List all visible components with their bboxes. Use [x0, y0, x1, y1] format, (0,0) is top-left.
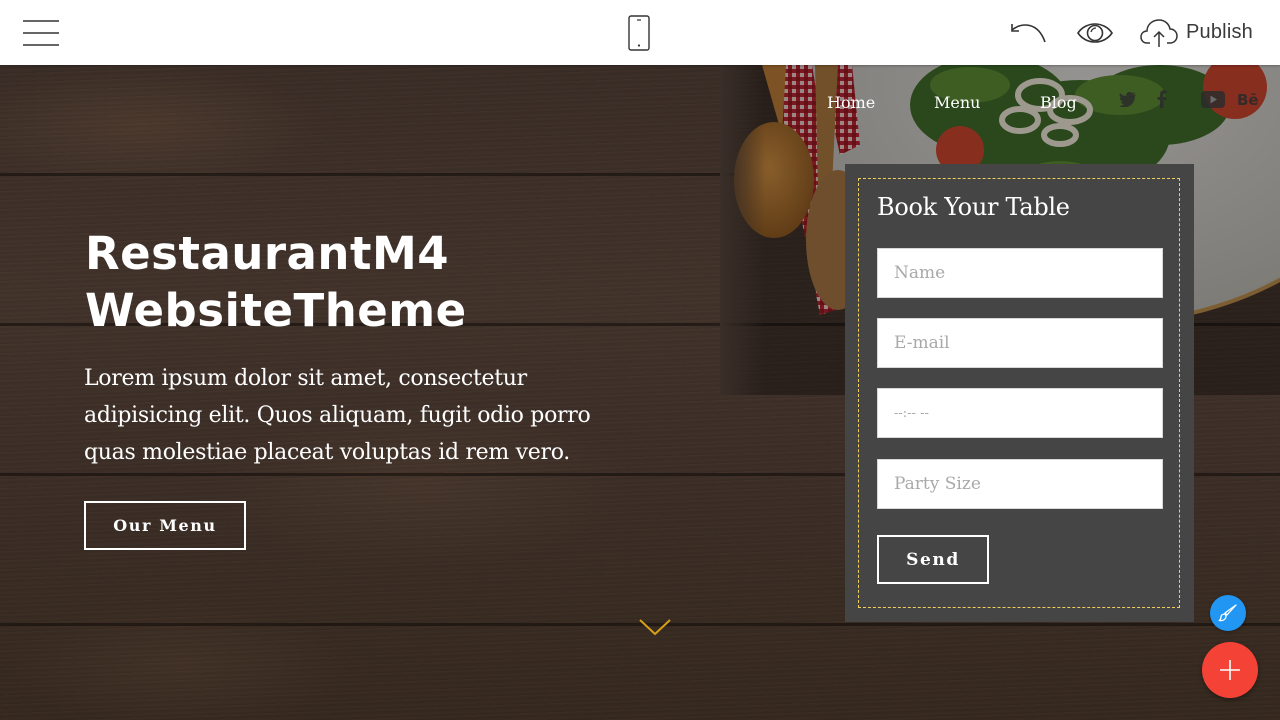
nav-link-home[interactable]: Home [827, 93, 875, 112]
svg-text:Bē: Bē [1237, 91, 1259, 107]
mobile-phone-icon [628, 14, 650, 51]
party-size-field[interactable] [877, 459, 1163, 509]
mobile-view-button[interactable] [620, 0, 658, 65]
editor-toolbar: Publish [0, 0, 1280, 65]
preview-button[interactable] [1073, 0, 1117, 65]
menu-button[interactable] [22, 0, 60, 65]
hero-title: RestaurantM4 WebsiteTheme [85, 225, 645, 339]
booking-form: Book Your Table Send [845, 164, 1194, 622]
edit-style-button[interactable] [1210, 595, 1246, 631]
add-block-button[interactable] [1202, 642, 1258, 698]
undo-icon [1011, 23, 1046, 42]
name-field[interactable] [877, 248, 1163, 298]
hero-title-line-1: RestaurantM4 [85, 227, 450, 280]
hamburger-icon [23, 19, 59, 46]
facebook-icon [1157, 90, 1167, 108]
nav-link-menu[interactable]: Menu [934, 93, 980, 112]
hero-section: Home Menu Blog Bē RestaurantM4 WebsiteTh… [0, 65, 1280, 720]
behance-link[interactable]: Bē [1236, 87, 1262, 111]
our-menu-button[interactable]: Our Menu [84, 501, 246, 550]
nav-link-blog[interactable]: Blog [1040, 93, 1077, 112]
hero-title-line-2: WebsiteTheme [85, 284, 467, 337]
publish-button[interactable]: Publish [1140, 0, 1270, 65]
youtube-icon [1201, 90, 1225, 108]
behance-icon: Bē [1237, 91, 1259, 107]
undo-button[interactable] [1006, 0, 1050, 65]
booking-form-title: Book Your Table [877, 193, 1070, 221]
email-field[interactable] [877, 318, 1163, 368]
chevron-down-icon[interactable] [638, 617, 672, 637]
hero-description: Lorem ipsum dolor sit amet, consectetur … [84, 366, 591, 465]
send-button[interactable]: Send [877, 535, 989, 584]
paintbrush-icon [1218, 604, 1237, 622]
time-field[interactable] [877, 388, 1163, 438]
plus-icon [1220, 660, 1240, 680]
twitter-icon [1119, 91, 1136, 107]
publish-label: Publish [1186, 21, 1253, 43]
cloud-upload-icon [1140, 18, 1178, 47]
booking-form-dashed-frame: Book Your Table Send [858, 178, 1180, 608]
youtube-link[interactable] [1200, 87, 1226, 111]
facebook-link[interactable] [1155, 87, 1169, 111]
eye-icon [1077, 22, 1113, 43]
twitter-link[interactable] [1118, 87, 1138, 111]
